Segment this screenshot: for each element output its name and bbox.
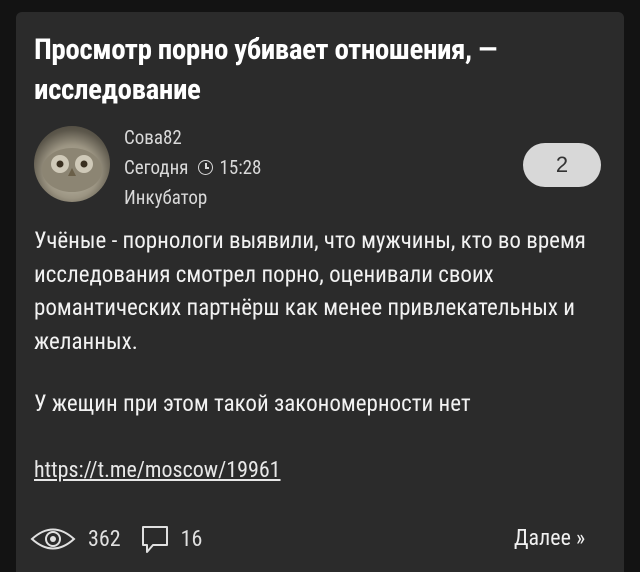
- post-title[interactable]: Просмотр порно убивает отношения, — иссл…: [34, 30, 614, 110]
- date-label: Сегодня: [124, 156, 189, 179]
- eye-icon: [30, 528, 76, 550]
- post-paragraph: Учёные - порнологи выявили, что мужчины,…: [34, 227, 586, 355]
- post-body: Учёные - порнологи выявили, что мужчины,…: [34, 224, 614, 358]
- time-label: 15:28: [219, 156, 262, 179]
- read-more-link[interactable]: Далее »: [514, 526, 585, 551]
- post-paragraph-2: У жещин при этом такой закономерности не…: [34, 390, 471, 417]
- clock-icon: [198, 160, 214, 175]
- avatar[interactable]: [34, 126, 110, 202]
- section-link[interactable]: Инкубатор: [124, 186, 207, 209]
- rating-badge[interactable]: 2: [523, 143, 601, 187]
- author-name[interactable]: Сова82: [124, 126, 182, 149]
- telegram-link[interactable]: https://t.me/moscow/19961: [34, 458, 281, 483]
- post-date: Сегодня 15:28: [124, 156, 261, 179]
- post-stats: 362 16: [30, 522, 202, 556]
- comments-count[interactable]: 16: [181, 527, 203, 552]
- views-count: 362: [88, 526, 121, 552]
- comment-icon[interactable]: [139, 523, 171, 555]
